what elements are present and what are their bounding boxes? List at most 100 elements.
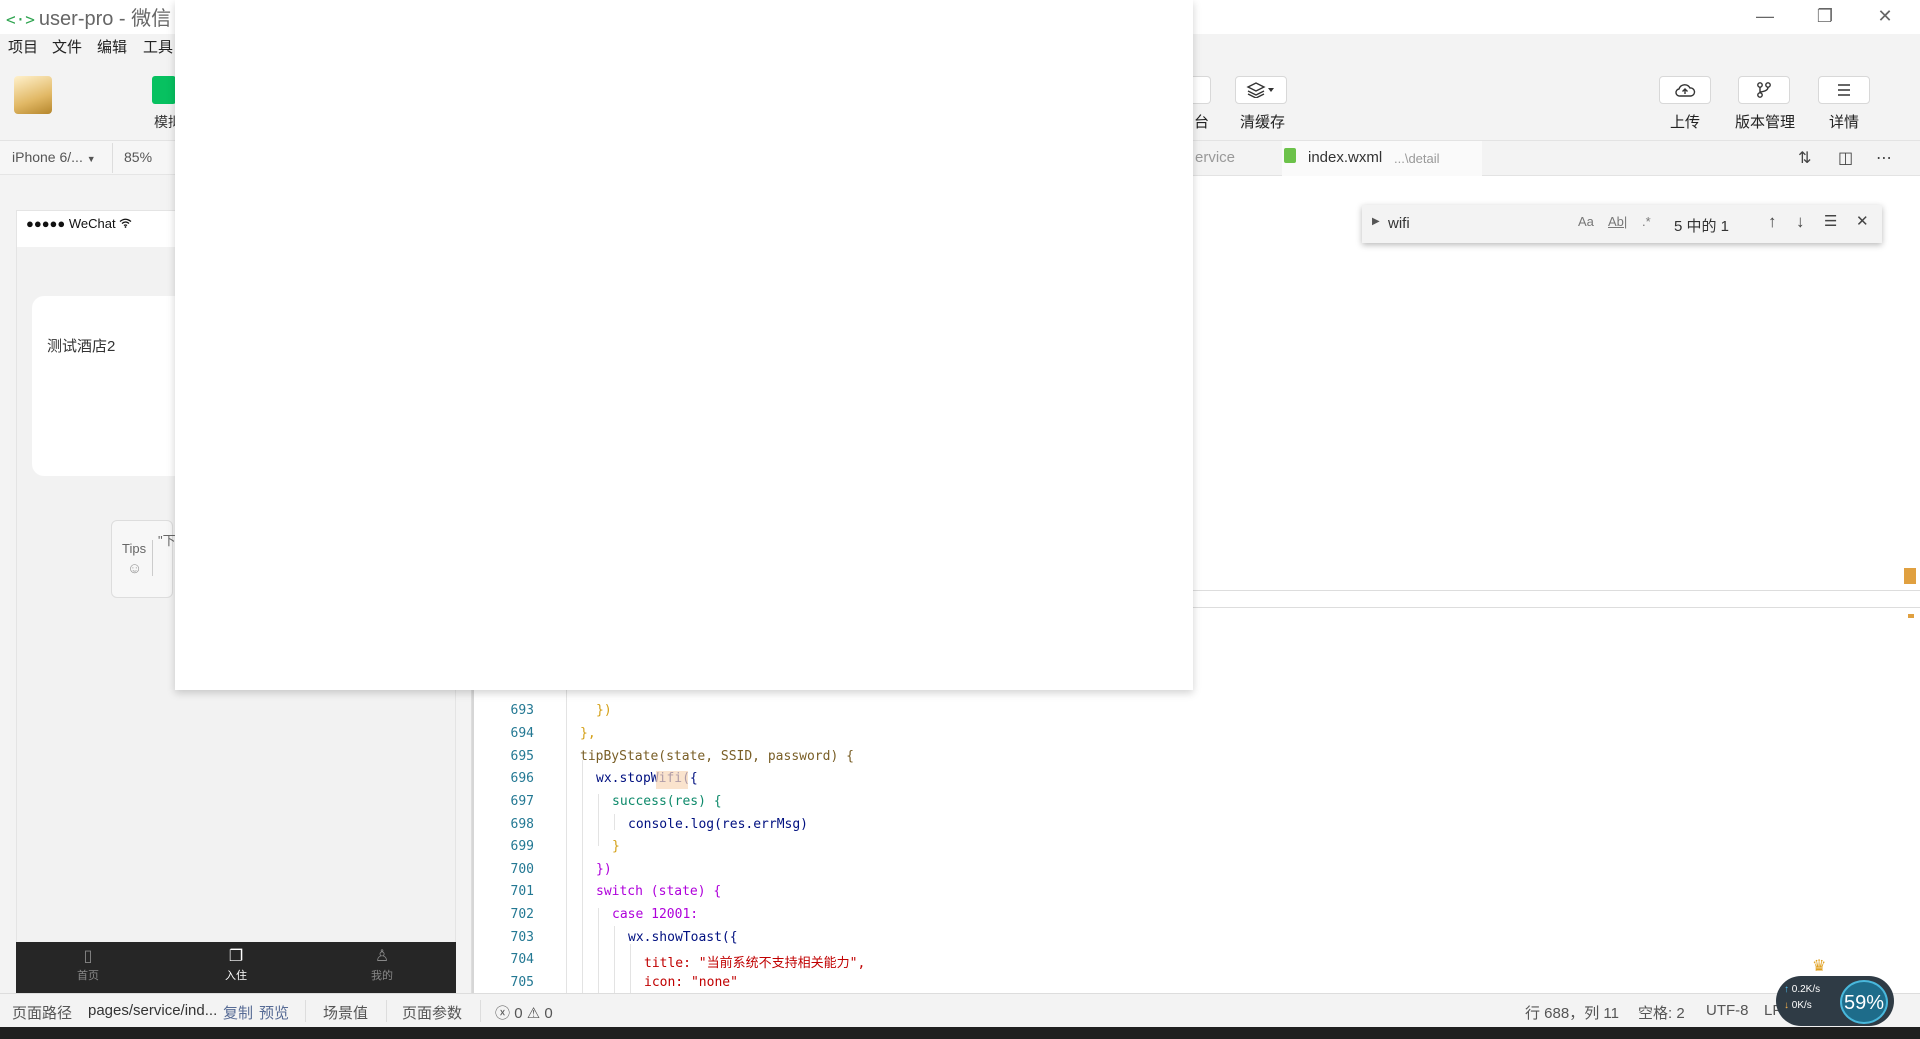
chevron-down-icon: ▼	[86, 154, 96, 164]
page-params-button[interactable]: 页面参数	[402, 1002, 462, 1023]
branch-icon	[1757, 82, 1771, 98]
indentation[interactable]: 空格: 2	[1638, 1002, 1685, 1023]
divider	[480, 1000, 481, 1022]
divider	[1193, 590, 1920, 591]
line-number: 701	[510, 884, 534, 899]
encoding[interactable]: UTF-8	[1706, 1002, 1749, 1019]
clear-cache-button[interactable]	[1235, 76, 1287, 104]
line-number: 704	[510, 952, 534, 967]
window-title: <·> user-pro - 微信	[6, 8, 172, 30]
blank-popup-window	[175, 0, 1193, 690]
toggle-replace-icon[interactable]: ▶	[1372, 216, 1380, 227]
checkin-icon: ❐	[228, 948, 244, 965]
match-case-icon[interactable]: Aa	[1578, 214, 1594, 229]
platform-button[interactable]	[1193, 76, 1211, 104]
tips-divider	[152, 540, 153, 576]
code-line: title: "当前系统不支持相关能力",	[644, 956, 866, 971]
menu-edit[interactable]: 编辑	[97, 36, 127, 57]
line-number: 695	[510, 749, 534, 764]
indent-guide	[598, 794, 599, 846]
divider	[305, 1000, 306, 1022]
indent-guide	[598, 908, 599, 993]
menu-lines-icon	[1838, 84, 1850, 96]
simulator-toggle-button[interactable]	[152, 76, 176, 104]
upload-label: 上传	[1670, 114, 1701, 131]
line-number: 694	[510, 726, 534, 741]
tab-mine[interactable]: ♙ 我的	[352, 946, 412, 983]
tips-text: "下	[158, 533, 176, 548]
editor-tab-service[interactable]: ervice	[1195, 149, 1235, 166]
line-number: 693	[510, 703, 534, 718]
problems-indicator[interactable]: ⓧ 0 ⚠ 0	[495, 1002, 553, 1023]
code-line: })	[596, 862, 612, 877]
arrow-up-icon[interactable]: ↑	[1768, 212, 1777, 232]
regex-icon[interactable]: .*	[1642, 214, 1651, 229]
code-line: switch (state) {	[596, 884, 722, 899]
smile-icon: ☺	[127, 560, 143, 577]
details-label: 详情	[1829, 114, 1860, 131]
close-icon[interactable]: ✕	[1870, 6, 1900, 27]
preview-link[interactable]: 预览	[259, 1002, 289, 1023]
hotel-name: 测试酒店2	[47, 338, 116, 355]
avatar[interactable]	[14, 76, 52, 114]
scene-value-button[interactable]: 场景值	[323, 1002, 368, 1023]
compare-icon[interactable]: ⇅	[1798, 148, 1811, 168]
cursor-position[interactable]: 行 688，列 11	[1525, 1002, 1619, 1023]
indent-guide	[582, 760, 583, 993]
error-icon: ⓧ	[495, 1005, 511, 1022]
page-path[interactable]: pages/service/ind...	[88, 1002, 217, 1019]
more-icon[interactable]: ⋯	[1876, 148, 1892, 168]
tab-checkin[interactable]: ❐ 入住	[206, 946, 266, 983]
home-icon: ▯	[83, 948, 93, 965]
wifi-icon	[119, 218, 132, 228]
minimize-icon[interactable]: —	[1750, 6, 1780, 27]
code-line: })	[596, 703, 612, 718]
memory-percent: 59%	[1840, 980, 1888, 1024]
menu-tools[interactable]: 工具	[143, 36, 173, 57]
code-line: tipByState(state, SSID, password) {	[580, 749, 854, 764]
layers-icon	[1246, 82, 1274, 98]
code-line: success(res) {	[612, 794, 722, 809]
upload-button[interactable]	[1659, 76, 1711, 104]
editor-gutter-border	[472, 690, 474, 993]
indent-guide	[566, 690, 567, 993]
upload-rate: ↑ 0.2K/s	[1784, 984, 1821, 995]
line-number: 700	[510, 862, 534, 877]
find-in-selection-icon[interactable]: ☰	[1824, 212, 1837, 230]
line-number: 698	[510, 817, 534, 832]
restore-icon[interactable]: ❐	[1810, 6, 1840, 27]
indent-guide	[614, 814, 615, 830]
menu-project[interactable]: 项目	[8, 36, 38, 57]
device-select[interactable]: iPhone 6/... ▼	[12, 149, 96, 165]
split-editor-icon[interactable]: ◫	[1838, 148, 1853, 168]
line-number: 696	[510, 771, 534, 786]
arrow-up-icon: ↑	[1784, 984, 1789, 995]
cloud-upload-icon	[1675, 84, 1696, 97]
editor-tab-path: ...\detail	[1394, 151, 1440, 166]
code-editor[interactable]	[473, 690, 1920, 993]
code-line: console.log(res.errMsg)	[628, 817, 809, 832]
code-line: case 12001:	[612, 907, 699, 922]
user-icon: ♙	[374, 948, 390, 965]
close-find-icon[interactable]: ✕	[1856, 212, 1869, 230]
menu-file[interactable]: 文件	[52, 36, 82, 57]
crown-icon: ♛	[1812, 958, 1827, 975]
arrow-down-icon[interactable]: ↓	[1796, 212, 1805, 232]
zoom-select[interactable]: 85%	[124, 149, 152, 165]
whole-word-icon[interactable]: Ab|	[1608, 214, 1627, 229]
details-button[interactable]	[1818, 76, 1870, 104]
find-input[interactable]: wifi	[1388, 215, 1410, 232]
platform-label: 台	[1194, 114, 1210, 131]
find-match-count: 5 中的 1	[1674, 218, 1730, 235]
page-path-label: 页面路径	[12, 1005, 73, 1022]
app-logo-icon: <·>	[6, 10, 35, 29]
copy-link[interactable]: 复制	[223, 1002, 253, 1023]
scrollbar-match-marker[interactable]	[1904, 568, 1916, 584]
line-number: 703	[510, 930, 534, 945]
code-line: },	[580, 726, 596, 741]
search-match-highlight	[656, 771, 688, 789]
version-management-button[interactable]	[1738, 76, 1790, 104]
tab-home[interactable]: ▯ 首页	[58, 946, 118, 983]
scrollbar-match-marker[interactable]	[1908, 614, 1914, 618]
divider	[386, 1000, 387, 1022]
